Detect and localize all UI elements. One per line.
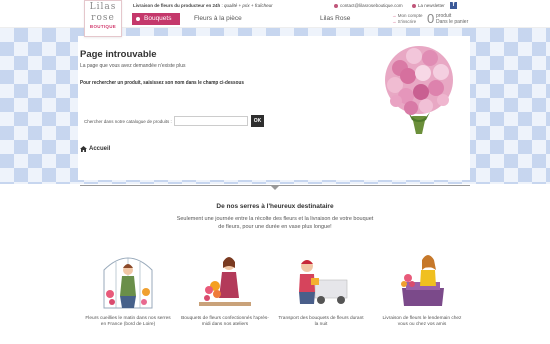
section-text: Seulement une journée entre la récolte d… [176, 216, 374, 230]
nav-item-fleurs[interactable]: Fleurs à la pièce [194, 13, 242, 25]
cart-line2: Dans le panier [436, 19, 469, 25]
step-transport: Transport des bouquets de fleurs durant … [276, 248, 366, 328]
facebook-icon[interactable]: f [450, 2, 457, 9]
search-instruction: Pour rechercher un produit, saisissez so… [80, 80, 244, 86]
florist-illustration [199, 257, 251, 306]
logo-text-line2: rose [91, 13, 115, 23]
search-ok-button[interactable]: OK [251, 115, 264, 127]
account-menu: → Mon compte → S'inscrire [392, 13, 423, 24]
newsletter-label: La newsletter [418, 3, 445, 8]
bullet-icon [136, 17, 140, 21]
register-link[interactable]: → S'inscrire [392, 19, 423, 25]
nav-label: Bouquets [144, 15, 172, 22]
search-label: Chercher dans notre catalogue de produit… [84, 119, 172, 124]
cart-count[interactable]: 0 [427, 11, 434, 26]
step-caption: Fleurs cueillies le matin dans nos serre… [85, 316, 171, 327]
cart-summary[interactable]: produit Dans le panier [436, 13, 468, 25]
home-link[interactable]: Accueil [80, 146, 110, 152]
step-caption: Livraison de fleurs le lendemain chez vo… [382, 316, 462, 327]
tagline-italic: qualité + prix + fraîcheur [224, 3, 273, 8]
rose-bouquet-image [385, 46, 453, 134]
nav-label: Fleurs à la pièce [194, 15, 242, 22]
step-caption: Bouquets de fleurs confectionnés l'après… [181, 316, 269, 327]
tagline-bold: Livraison de fleurs du producteur en 24h [133, 3, 221, 8]
divider-arrow [270, 185, 280, 190]
register-label: S'inscrire [397, 18, 417, 24]
home-icon [80, 146, 87, 152]
step-delivery: Livraison de fleurs le lendemain chez vo… [377, 248, 467, 328]
step-caption: Transport des bouquets de fleurs durant … [278, 316, 364, 327]
nav-label: Lilas Rose [320, 15, 351, 22]
home-link-label: Accueil [89, 146, 111, 152]
contact-email: contact@lilasroseboutique.com [340, 3, 403, 8]
page-subtitle: La page que vous avez demandée n'existe … [80, 63, 186, 69]
arrow-icon: → [392, 18, 397, 24]
search-input[interactable] [174, 116, 248, 126]
logo-text-line3: BOUTIQUE [89, 24, 117, 29]
newsletter-link[interactable]: La newsletter [412, 3, 445, 8]
section-title: De nos serres à l'heureux destinataire [216, 203, 334, 210]
logo-text-line1: Lilas [89, 2, 117, 12]
page-title: Page introuvable [80, 49, 157, 60]
person-icon [334, 3, 338, 8]
mail-icon [412, 3, 416, 8]
step-harvest: Fleurs cueillies le matin dans nos serre… [83, 248, 173, 328]
recipient-illustration [401, 255, 444, 306]
arrow-icon: → [392, 13, 397, 18]
nav-item-lilas-rose[interactable]: Lilas Rose [320, 13, 350, 25]
header-tagline: Livraison de fleurs du producteur en 24h… [133, 3, 273, 8]
site-logo[interactable]: Lilas rose BOUTIQUE [84, 0, 122, 37]
nav-item-bouquets[interactable]: Bouquets [132, 13, 180, 25]
greenhouse-illustration [103, 257, 153, 309]
step-workshop: Bouquets de fleurs confectionnés l'après… [180, 248, 270, 328]
contact-link[interactable]: contact@lilasroseboutique.com [334, 3, 403, 8]
delivery-truck-illustration [299, 260, 348, 304]
account-label: Mon compte [397, 13, 423, 18]
